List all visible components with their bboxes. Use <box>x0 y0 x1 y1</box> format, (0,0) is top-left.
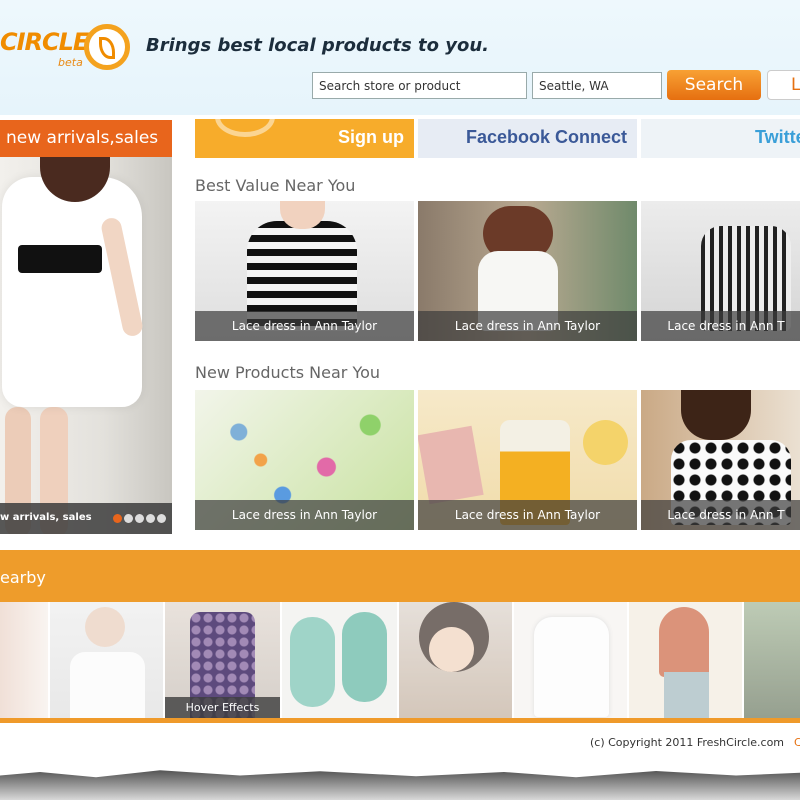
black-belt <box>18 245 102 273</box>
twitter-tab[interactable]: Twitte <box>641 119 800 158</box>
slide-dot-2[interactable] <box>124 514 133 523</box>
product-caption: Lace dress in Ann T <box>641 500 800 530</box>
product-caption: Lace dress in Ann Taylor <box>418 311 637 341</box>
product-tile-best-3[interactable]: Lace dress in Ann T <box>641 201 800 341</box>
search-button[interactable]: Search <box>667 70 761 100</box>
header: CIRCLE beta Brings best local products t… <box>0 0 800 115</box>
search-input[interactable] <box>312 72 527 99</box>
sandal <box>342 612 387 702</box>
thumb-haze <box>50 602 163 718</box>
facebook-connect-tab[interactable]: Facebook Connect <box>418 119 637 158</box>
tagline: Brings best local products to you. <box>146 35 489 56</box>
signup-decoration <box>215 119 275 137</box>
featured-caption: w arrivals, sales <box>0 512 92 523</box>
logo-beta-label: beta <box>58 56 83 69</box>
footer-accent: C <box>794 736 800 749</box>
twitter-label: Twitte <box>755 127 800 147</box>
scarf <box>418 425 484 505</box>
product-tile-best-1[interactable]: Lace dress in Ann Taylor <box>195 201 414 341</box>
torn-paper-edge <box>0 770 800 800</box>
strip-divider <box>0 718 800 723</box>
product-tile-new-3[interactable]: Lace dress in Ann T <box>641 390 800 530</box>
facebook-connect-label: Facebook Connect <box>465 127 627 147</box>
new-products-title: New Products Near You <box>195 363 381 382</box>
product-tile-new-1[interactable]: Lace dress in Ann Taylor <box>195 390 414 530</box>
thumb-haze <box>629 602 742 718</box>
straw-hat <box>583 420 628 465</box>
thumb-haze <box>0 602 48 718</box>
signup-tab[interactable]: Sign up <box>195 119 414 158</box>
logo-leaf-icon[interactable] <box>84 24 130 70</box>
product-tile-new-2[interactable]: Lace dress in Ann Taylor <box>418 390 637 530</box>
nearby-thumb-7[interactable] <box>629 602 742 718</box>
product-tile-best-2[interactable]: Lace dress in Ann Taylor <box>418 201 637 341</box>
nearby-bar <box>0 550 800 602</box>
logo-text[interactable]: CIRCLE <box>0 28 89 56</box>
footer-copyright: (c) Copyright 2011 FreshCircle.com <box>590 736 785 749</box>
model-hair <box>681 390 751 440</box>
nearby-thumb-2[interactable] <box>50 602 163 718</box>
featured-slide-image[interactable] <box>0 157 172 534</box>
product-caption: Lace dress in Ann Taylor <box>195 311 414 341</box>
slide-dot-1[interactable] <box>113 514 122 523</box>
thumb-haze <box>399 602 512 718</box>
sandal <box>290 617 335 707</box>
leaf-icon <box>99 37 115 59</box>
hover-effects-caption: Hover Effects <box>165 697 280 718</box>
signup-label: Sign up <box>338 127 404 147</box>
product-caption: Lace dress in Ann Taylor <box>418 500 637 530</box>
nearby-thumb-6[interactable] <box>514 602 627 718</box>
page: CIRCLE beta Brings best local products t… <box>0 0 800 800</box>
slide-dot-4[interactable] <box>146 514 155 523</box>
nearby-thumb-1[interactable] <box>0 602 48 718</box>
product-caption: Lace dress in Ann Taylor <box>195 500 414 530</box>
location-input[interactable] <box>532 72 662 99</box>
thumb-haze <box>514 602 627 718</box>
nearby-thumb-4[interactable] <box>282 602 397 718</box>
featured-header[interactable]: new arrivals,sales <box>0 120 172 157</box>
best-value-title: Best Value Near You <box>195 176 356 195</box>
product-caption: Lace dress in Ann T <box>641 311 800 341</box>
thumb-haze <box>744 602 800 718</box>
nearby-title: earby <box>0 568 46 587</box>
nearby-thumb-5[interactable] <box>399 602 512 718</box>
nearby-thumb-8[interactable] <box>744 602 800 718</box>
login-button[interactable]: L <box>767 70 800 100</box>
slide-dot-3[interactable] <box>135 514 144 523</box>
slide-dot-5[interactable] <box>157 514 166 523</box>
